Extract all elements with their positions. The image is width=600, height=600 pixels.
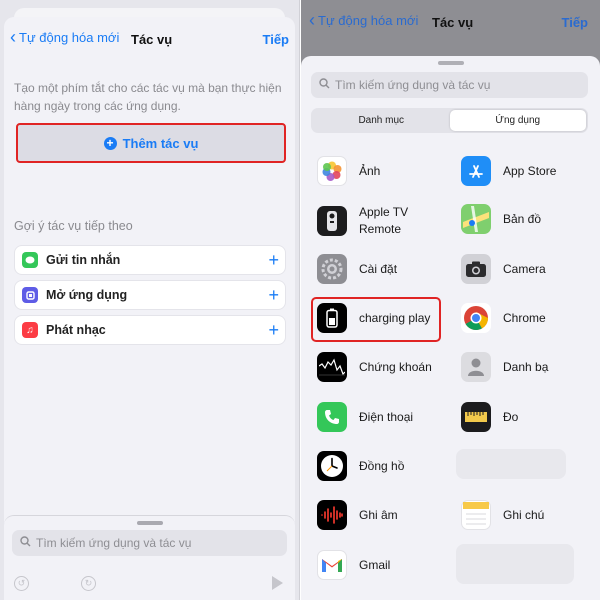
measure-icon <box>461 402 491 432</box>
stocks-icon <box>317 352 347 382</box>
next-button[interactable]: Tiếp <box>263 32 290 47</box>
app-stocks[interactable]: Chứng khoán <box>317 352 432 382</box>
app-name: Cài đặt <box>359 261 398 276</box>
phone-icon <box>317 402 347 432</box>
app-name: Chứng khoán <box>359 359 432 374</box>
app-contacts[interactable]: Danh bạ <box>461 352 548 382</box>
notes-icon <box>461 500 491 530</box>
left-screen: ‹ Tự động hóa mới Tác vụ Tiếp Tạo một ph… <box>0 0 300 600</box>
app-name: charging play <box>359 310 431 325</box>
back-label: Tự động hóa mới <box>19 29 120 45</box>
next-button[interactable]: Tiếp <box>562 15 589 30</box>
suggestions-heading: Gợi ý tác vụ tiếp theo <box>14 219 133 233</box>
app-charging-play[interactable]: charging play <box>317 303 430 333</box>
app-name: Gmail <box>359 557 391 572</box>
app-name: Bản đồ <box>503 211 542 226</box>
suggestion-play-music[interactable]: ♫ Phát nhạc + <box>14 315 286 345</box>
suggestion-label: Mở ứng dụng <box>46 288 128 302</box>
app-name: Đồng hồ <box>359 458 405 473</box>
app-voice-memos[interactable]: Ghi âm <box>317 500 398 530</box>
search-icon <box>319 78 330 92</box>
segmented-control: Danh mục Ứng dụng <box>311 108 588 133</box>
search-placeholder: Tìm kiếm ứng dụng và tác vụ <box>335 78 491 92</box>
add-action-button[interactable]: + Thêm tác vụ <box>16 123 286 163</box>
plus-circle-icon: + <box>103 136 117 150</box>
app-name: Đo <box>503 409 519 424</box>
app-measure[interactable]: Đo <box>461 402 518 432</box>
placeholder-row <box>456 449 566 479</box>
open-app-icon <box>22 287 38 303</box>
tab-categories[interactable]: Danh mục <box>313 110 450 131</box>
suggestion-label: Gửi tin nhắn <box>46 253 121 267</box>
app-name: Ảnh <box>359 163 381 178</box>
toolbar: ↺ ↻ <box>14 574 283 592</box>
app-name: Ghi chú <box>503 507 545 522</box>
app-photos[interactable]: Ảnh <box>317 156 380 186</box>
search-drawer: Tìm kiếm ứng dụng và tác vụ ↺ ↻ <box>4 515 295 600</box>
redo-icon[interactable]: ↻ <box>81 575 96 591</box>
description-text: Tạo một phím tắt cho các tác vụ mà bạn t… <box>14 81 282 113</box>
suggestion-label: Phát nhạc <box>46 323 106 337</box>
app-maps[interactable]: Bản đồ <box>461 204 541 234</box>
right-screen: ‹ Tự động hóa mới Tác vụ Tiếp Tìm kiếm ứ… <box>301 0 600 600</box>
app-settings[interactable]: Cài đặt <box>317 254 397 284</box>
app-name: Chrome <box>503 310 546 325</box>
clock-icon <box>317 451 347 481</box>
gmail-icon <box>317 550 347 580</box>
app-name: Apple TV Remote <box>359 205 409 236</box>
app-chrome[interactable]: Chrome <box>461 303 546 333</box>
app-clock[interactable]: Đồng hồ <box>317 451 404 481</box>
app-app-store[interactable]: App Store <box>461 156 556 186</box>
page-title: Tác vụ <box>131 32 173 47</box>
app-name: Điện thoại <box>359 409 414 424</box>
app-notes[interactable]: Ghi chú <box>461 500 544 530</box>
app-name: Ghi âm <box>359 507 398 522</box>
dimmed-nav-bar: ‹ Tự động hóa mới Tác vụ Tiếp <box>301 10 600 34</box>
search-icon <box>20 536 31 550</box>
search-input[interactable]: Tìm kiếm ứng dụng và tác vụ <box>311 72 588 98</box>
app-name: Camera <box>503 261 546 276</box>
app-name: Danh bạ <box>503 359 549 374</box>
app-store-icon <box>461 156 491 186</box>
actions-editor: ‹ Tự động hóa mới Tác vụ Tiếp Tạo một ph… <box>4 17 295 528</box>
back-button[interactable]: ‹ Tự động hóa mới <box>10 27 120 47</box>
photos-icon <box>317 156 347 186</box>
chevron-left-icon: ‹ <box>10 27 16 47</box>
drawer-grabber[interactable] <box>136 521 163 525</box>
play-icon[interactable] <box>272 576 283 590</box>
tab-apps[interactable]: Ứng dụng <box>449 110 586 131</box>
add-icon[interactable]: + <box>268 285 279 306</box>
sheet-grabber[interactable] <box>437 61 464 65</box>
page-title: Tác vụ <box>432 15 474 30</box>
add-action-label: Thêm tác vụ <box>122 135 199 151</box>
camera-icon <box>461 254 491 284</box>
undo-icon[interactable]: ↺ <box>14 575 29 591</box>
nav-bar: ‹ Tự động hóa mới Tác vụ Tiếp <box>4 27 295 51</box>
app-apple-tv-remote[interactable]: Apple TV Remote <box>317 204 439 238</box>
placeholder-row <box>456 544 574 584</box>
apple-tv-remote-icon <box>317 206 347 236</box>
app-gmail[interactable]: Gmail <box>317 550 390 580</box>
charging-play-icon <box>317 303 347 333</box>
messages-icon <box>22 252 38 268</box>
contacts-icon <box>461 352 491 382</box>
add-icon[interactable]: + <box>268 320 279 341</box>
maps-icon <box>461 204 491 234</box>
suggestion-open-app[interactable]: Mở ứng dụng + <box>14 280 286 310</box>
settings-icon <box>317 254 347 284</box>
chevron-left-icon: ‹ <box>309 10 315 30</box>
app-camera[interactable]: Camera <box>461 254 546 284</box>
voice-memos-icon <box>317 500 347 530</box>
app-phone[interactable]: Điện thoại <box>317 402 413 432</box>
search-input[interactable]: Tìm kiếm ứng dụng và tác vụ <box>12 530 287 556</box>
back-button[interactable]: ‹ Tự động hóa mới <box>309 10 419 30</box>
back-label: Tự động hóa mới <box>318 12 419 28</box>
app-name: App Store <box>503 163 557 178</box>
suggestion-send-message[interactable]: Gửi tin nhắn + <box>14 245 286 275</box>
chrome-icon <box>461 303 491 333</box>
app-picker-sheet: Tìm kiếm ứng dụng và tác vụ Danh mục Ứng… <box>301 56 600 600</box>
add-icon[interactable]: + <box>268 250 279 271</box>
search-placeholder: Tìm kiếm ứng dụng và tác vụ <box>36 536 192 550</box>
music-icon: ♫ <box>22 322 38 338</box>
